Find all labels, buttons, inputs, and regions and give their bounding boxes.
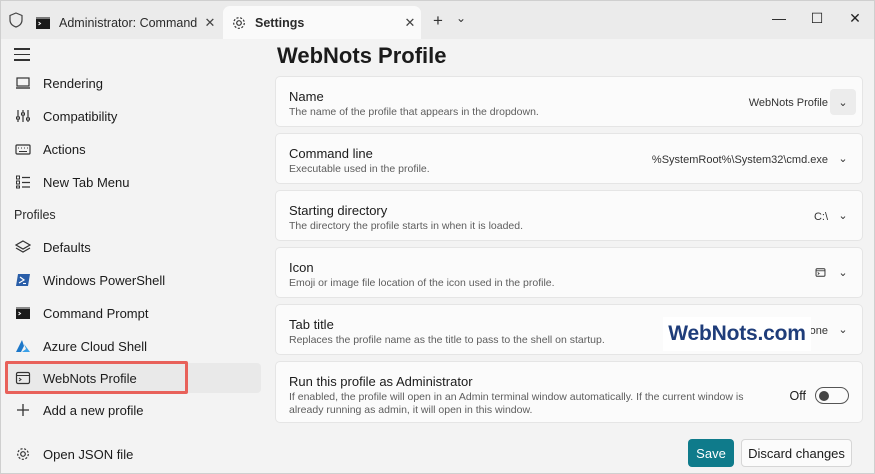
title-bar: Administrator: Command Pr ✕ Settings ✕ +…	[1, 1, 874, 39]
minimize-button[interactable]: —	[760, 1, 798, 35]
setting-label: Tab title	[289, 317, 334, 332]
sidebar-item-rendering[interactable]: Rendering	[7, 68, 261, 98]
powershell-icon	[15, 272, 31, 288]
tab-title: Settings	[255, 15, 305, 30]
sidebar-item-label: Compatibility	[43, 108, 118, 124]
sidebar-item-new-tab-menu[interactable]: New Tab Menu	[7, 167, 261, 197]
sidebar-item-label: Windows PowerShell	[43, 272, 166, 288]
keyboard-icon	[15, 141, 31, 157]
sidebar-item-label: Defaults	[43, 239, 91, 255]
window-controls: — ☐ ✕	[760, 1, 874, 35]
chevron-down-icon[interactable]: ⌄	[836, 209, 850, 222]
setting-label: Name	[289, 89, 324, 104]
sidebar-item-azure-cloud-shell[interactable]: Azure Cloud Shell	[7, 331, 261, 361]
sidebar-item-add-profile[interactable]: Add a new profile	[7, 395, 261, 425]
monitor-icon	[15, 75, 31, 91]
gear-icon	[15, 446, 31, 462]
close-window-button[interactable]: ✕	[836, 1, 874, 35]
terminal-icon	[36, 16, 50, 29]
footer-bar: Save Discard changes	[269, 431, 874, 473]
discard-changes-button[interactable]: Discard changes	[741, 439, 852, 467]
page-title: WebNots Profile	[277, 43, 447, 68]
azure-icon	[15, 338, 31, 354]
tab-command-prompt[interactable]: Administrator: Command Pr ✕	[29, 6, 221, 39]
profile-icon	[815, 268, 826, 277]
toggle-state-label: Off	[789, 389, 806, 403]
tab-settings[interactable]: Settings ✕	[223, 6, 421, 39]
sidebar-item-label: Azure Cloud Shell	[43, 338, 148, 354]
save-button[interactable]: Save	[688, 439, 734, 467]
tab-dropdown-button[interactable]: ⌄	[453, 11, 469, 25]
run-as-admin-toggle[interactable]	[815, 387, 849, 404]
highlight-annotation	[5, 361, 188, 394]
sidebar-item-command-prompt[interactable]: Command Prompt	[7, 298, 261, 328]
toggle-knob	[819, 390, 829, 401]
setting-description: Emoji or image file location of the icon…	[289, 277, 555, 289]
chevron-down-icon[interactable]: ⌄	[836, 323, 850, 336]
sidebar-item-actions[interactable]: Actions	[7, 134, 261, 164]
tab-title: Administrator: Command Pr	[59, 15, 199, 30]
profiles-section-label: Profiles	[14, 208, 56, 222]
sidebar-item-label: New Tab Menu	[43, 174, 130, 190]
hamburger-menu-icon[interactable]	[14, 48, 30, 62]
layers-icon	[15, 239, 31, 255]
main-content: WebNots Profile Name The name of the pro…	[269, 39, 874, 473]
settings-window: Administrator: Command Pr ✕ Settings ✕ +…	[0, 0, 875, 474]
setting-label: Starting directory	[289, 203, 388, 218]
sidebar-item-windows-powershell[interactable]: Windows PowerShell	[7, 265, 261, 295]
list-icon	[15, 174, 31, 190]
sidebar-item-label: Add a new profile	[43, 402, 144, 418]
setting-value: C:\	[813, 211, 828, 223]
sidebar-item-label: Command Prompt	[43, 305, 149, 321]
sidebar-item-label: Actions	[43, 141, 86, 157]
setting-value: %SystemRoot%\System32\cmd.exe	[651, 154, 828, 166]
setting-icon[interactable]: Icon Emoji or image file location of the…	[275, 247, 863, 298]
setting-description: If enabled, the profile will open in an …	[289, 391, 744, 416]
setting-label: Run this profile as Administrator	[289, 374, 473, 389]
plus-icon	[15, 402, 31, 418]
shield-icon	[9, 12, 23, 28]
setting-run-as-admin: Run this profile as Administrator If ena…	[275, 361, 863, 423]
sidebar: Rendering Compatibility Actions New Tab …	[1, 39, 269, 473]
setting-label: Icon	[289, 260, 314, 275]
sidebar-item-label: Rendering	[43, 75, 103, 91]
setting-starting-directory[interactable]: Starting directory The directory the pro…	[275, 190, 863, 241]
setting-description: The name of the profile that appears in …	[289, 106, 539, 118]
chevron-down-icon[interactable]: ⌄	[836, 266, 850, 279]
chevron-down-icon[interactable]: ⌄	[830, 89, 856, 115]
setting-label: Command line	[289, 146, 373, 161]
sidebar-item-defaults[interactable]: Defaults	[7, 232, 261, 262]
setting-value: WebNots Profile	[748, 97, 828, 109]
compatibility-icon	[15, 108, 31, 124]
tab-close-button[interactable]: ✕	[199, 15, 221, 31]
sidebar-item-compatibility[interactable]: Compatibility	[7, 101, 261, 131]
chevron-down-icon[interactable]: ⌄	[836, 152, 850, 165]
new-tab-button[interactable]: +	[429, 11, 447, 31]
watermark: WebNots.com	[663, 317, 811, 351]
sidebar-item-label: Open JSON file	[43, 446, 134, 462]
gear-icon	[233, 16, 245, 29]
setting-command-line[interactable]: Command line Executable used in the prof…	[275, 133, 863, 184]
setting-name[interactable]: Name The name of the profile that appear…	[275, 76, 863, 127]
cmd-icon	[15, 305, 31, 321]
setting-description: The directory the profile starts in when…	[289, 220, 524, 232]
maximize-button[interactable]: ☐	[798, 1, 836, 35]
tab-close-button[interactable]: ✕	[399, 15, 421, 31]
open-json-file-button[interactable]: Open JSON file	[7, 439, 261, 469]
